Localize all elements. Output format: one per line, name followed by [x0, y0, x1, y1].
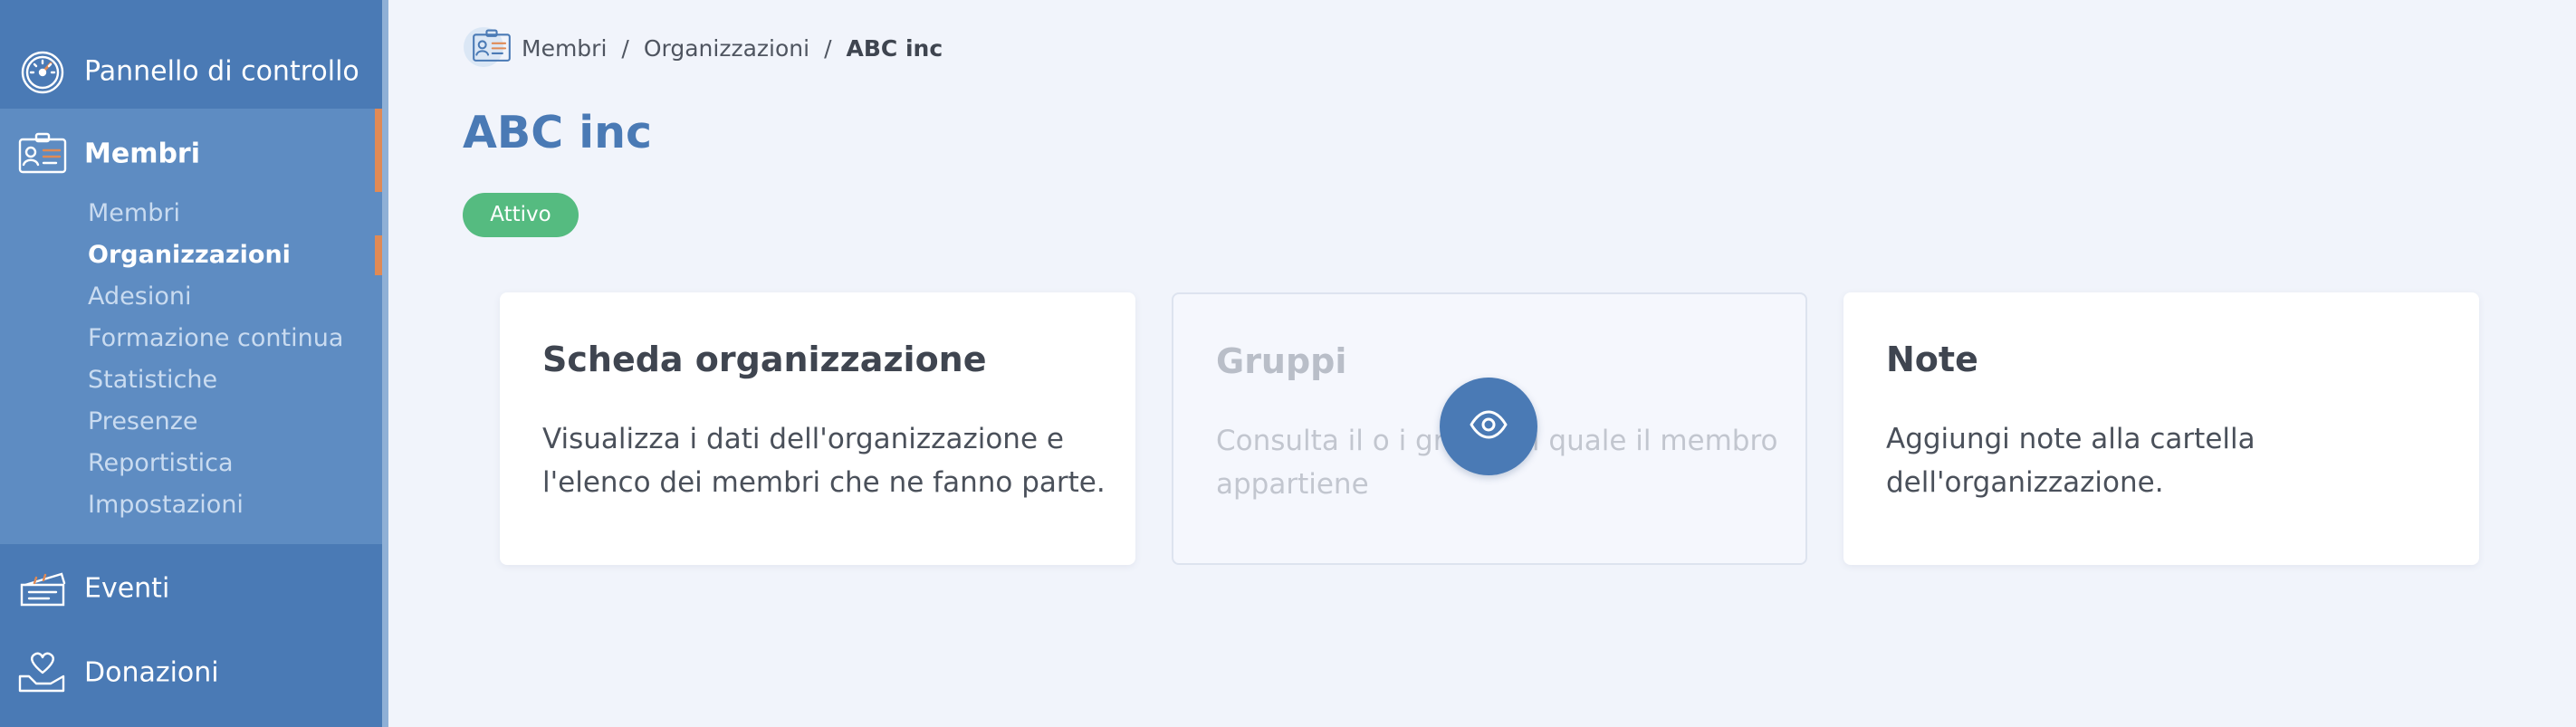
submenu-item-membri[interactable]: Membri: [88, 198, 180, 229]
breadcrumb-separator: /: [824, 35, 832, 62]
submenu-item-presenze[interactable]: Presenze: [88, 407, 198, 437]
sidebar-item-label: Pannello di controllo: [84, 55, 359, 88]
sidebar-item-label: Eventi: [84, 572, 170, 605]
sidebar-item-donazioni[interactable]: Donazioni: [0, 631, 382, 714]
card-scheda-organizzazione[interactable]: Scheda organizzazione Visualizza i dati …: [500, 292, 1135, 565]
breadcrumb-member-card-icon: [464, 22, 516, 72]
submenu-item-statistiche[interactable]: Statistiche: [88, 365, 217, 396]
sidebar-item-eventi[interactable]: Eventi: [0, 547, 382, 630]
card-title: Scheda organizzazione: [542, 340, 987, 379]
sidebar-resize-edge[interactable]: [382, 0, 388, 727]
view-button[interactable]: [1440, 378, 1537, 475]
tickets-icon: [16, 565, 69, 612]
submenu-item-organizzazioni[interactable]: Organizzazioni: [88, 240, 291, 271]
card-title: Gruppi: [1216, 341, 1347, 381]
card-note[interactable]: Note Aggiungi note alla cartella dell'or…: [1843, 292, 2479, 565]
submenu-item-impostazioni[interactable]: Impostazioni: [88, 490, 244, 521]
submenu-item-adesioni[interactable]: Adesioni: [88, 282, 191, 312]
card-title: Note: [1886, 340, 1978, 379]
sidebar-item-label: Membri: [84, 138, 201, 170]
breadcrumb: Membri / Organizzazioni / ABC inc: [522, 34, 943, 63]
card-description: Aggiungi note alla cartella dell'organiz…: [1886, 423, 2255, 499]
heart-hand-icon: [16, 649, 69, 696]
dashboard-gauge-icon: [16, 48, 69, 95]
eye-icon: [1469, 405, 1508, 448]
member-card-icon: [16, 130, 69, 177]
page-title: ABC inc: [463, 107, 653, 158]
breadcrumb-current: ABC inc: [846, 35, 943, 62]
sidebar-item-label: Donazioni: [84, 656, 219, 689]
status-badge: Attivo: [463, 193, 579, 237]
breadcrumb-link-organizzazioni[interactable]: Organizzazioni: [644, 35, 809, 62]
submenu-item-reportistica[interactable]: Reportistica: [88, 448, 234, 479]
submenu-active-indicator: [375, 235, 382, 275]
breadcrumb-separator: /: [621, 35, 629, 62]
sidebar-item-membri[interactable]: Membri: [0, 112, 382, 196]
sidebar-item-dashboard[interactable]: Pannello di controllo: [0, 30, 382, 113]
card-description: Visualizza i dati dell'organizzazione e …: [542, 423, 1106, 499]
submenu-item-formazione-continua[interactable]: Formazione continua: [88, 323, 343, 354]
sidebar: Pannello di controllo Membri Membri Orga…: [0, 0, 382, 727]
breadcrumb-link-membri[interactable]: Membri: [522, 35, 607, 62]
